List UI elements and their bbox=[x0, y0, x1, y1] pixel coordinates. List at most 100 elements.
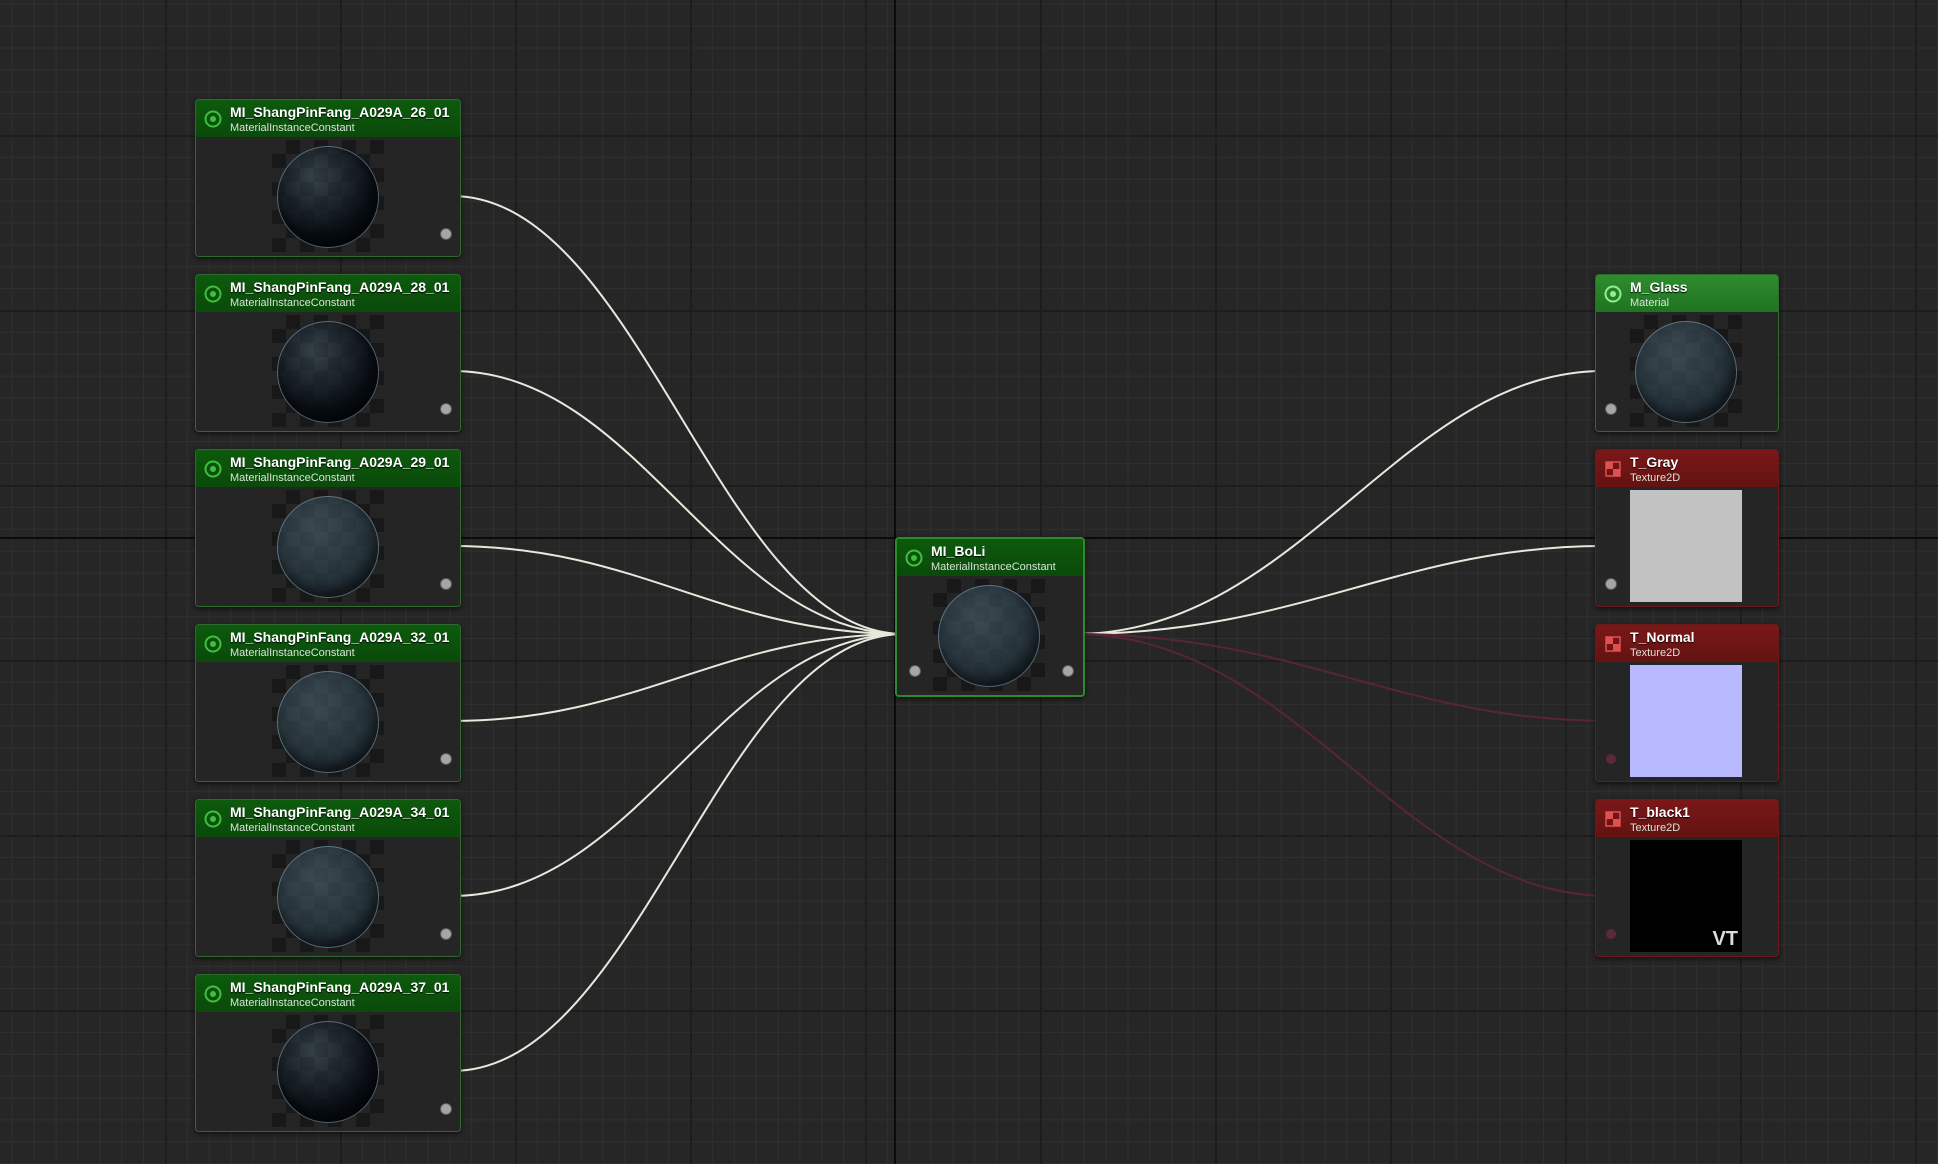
material-icon bbox=[1604, 285, 1622, 303]
material-instance-icon bbox=[204, 810, 222, 828]
wire-mi-boli-to-t-normal bbox=[1073, 633, 1611, 722]
node-body: VT bbox=[1596, 837, 1778, 956]
node-title: T_Normal bbox=[1630, 629, 1695, 645]
material-preview-thumbnail bbox=[272, 490, 384, 602]
node-type-label: Texture2D bbox=[1630, 822, 1681, 834]
node-type-label: Texture2D bbox=[1630, 472, 1681, 484]
wire-mi-boli-to-m-glass bbox=[1073, 367, 1606, 635]
output-pin[interactable] bbox=[441, 404, 451, 414]
node-header: MI_BoLi MaterialInstanceConstant bbox=[897, 539, 1083, 576]
material-preview-sphere bbox=[938, 585, 1040, 687]
node-title: T_Gray bbox=[1630, 454, 1679, 470]
output-pin[interactable] bbox=[441, 754, 451, 764]
node-body bbox=[897, 576, 1083, 695]
texture-icon bbox=[1605, 636, 1621, 652]
wire-mi-boli-to-t-gray bbox=[1073, 542, 1606, 635]
texture-icon bbox=[1605, 811, 1621, 827]
wire-mi-37-to-mi-boli bbox=[451, 630, 906, 1072]
node-body bbox=[196, 137, 460, 256]
material-preview-thumbnail bbox=[272, 1015, 384, 1127]
node-mi-shangpinfang-26[interactable]: MI_ShangPinFang_A029A_26_01 MaterialInst… bbox=[195, 99, 461, 257]
node-type-label: MaterialInstanceConstant bbox=[230, 647, 355, 659]
node-mi-shangpinfang-32[interactable]: MI_ShangPinFang_A029A_32_01 MaterialInst… bbox=[195, 624, 461, 782]
material-instance-icon bbox=[204, 460, 222, 478]
output-pin[interactable] bbox=[441, 1104, 451, 1114]
node-mi-shangpinfang-28[interactable]: MI_ShangPinFang_A029A_28_01 MaterialInst… bbox=[195, 274, 461, 432]
node-type-label: MaterialInstanceConstant bbox=[230, 822, 355, 834]
input-pin[interactable] bbox=[1606, 929, 1616, 939]
node-t-normal[interactable]: T_Normal Texture2D bbox=[1595, 624, 1779, 782]
input-pin[interactable] bbox=[910, 666, 920, 676]
material-instance-icon bbox=[204, 985, 222, 1003]
material-instance-icon bbox=[204, 285, 222, 303]
material-preview-thumbnail bbox=[272, 840, 384, 952]
node-type-label: MaterialInstanceConstant bbox=[230, 472, 355, 484]
material-preview-thumbnail bbox=[272, 665, 384, 777]
node-title: MI_ShangPinFang_A029A_34_01 bbox=[230, 804, 450, 820]
node-mi-shangpinfang-34[interactable]: MI_ShangPinFang_A029A_34_01 MaterialInst… bbox=[195, 799, 461, 957]
input-pin[interactable] bbox=[1606, 579, 1616, 589]
node-body bbox=[1596, 312, 1778, 431]
node-mi-boli[interactable]: MI_BoLi MaterialInstanceConstant bbox=[895, 537, 1085, 697]
material-preview-sphere bbox=[277, 846, 379, 948]
node-mi-shangpinfang-37[interactable]: MI_ShangPinFang_A029A_37_01 MaterialInst… bbox=[195, 974, 461, 1132]
node-t-black1[interactable]: T_black1 Texture2D VT bbox=[1595, 799, 1779, 957]
material-preview-thumbnail bbox=[1630, 315, 1742, 427]
input-pin[interactable] bbox=[1606, 754, 1616, 764]
wire-mi-26-to-mi-boli bbox=[451, 195, 906, 638]
node-header: MI_ShangPinFang_A029A_26_01 MaterialInst… bbox=[196, 100, 460, 137]
output-pin[interactable] bbox=[1063, 666, 1073, 676]
node-header: T_Normal Texture2D bbox=[1596, 625, 1778, 662]
node-title: MI_ShangPinFang_A029A_29_01 bbox=[230, 454, 450, 470]
node-header: T_Gray Texture2D bbox=[1596, 450, 1778, 487]
output-pin[interactable] bbox=[441, 229, 451, 239]
node-header: T_black1 Texture2D bbox=[1596, 800, 1778, 837]
node-type-label: Material bbox=[1630, 297, 1670, 309]
node-body bbox=[1596, 487, 1778, 606]
node-body bbox=[196, 662, 460, 781]
material-preview-thumbnail bbox=[272, 315, 384, 427]
node-header: MI_ShangPinFang_A029A_28_01 MaterialInst… bbox=[196, 275, 460, 312]
material-preview-sphere bbox=[277, 496, 379, 598]
node-header: MI_ShangPinFang_A029A_34_01 MaterialInst… bbox=[196, 800, 460, 837]
node-body bbox=[196, 1012, 460, 1131]
node-body bbox=[196, 837, 460, 956]
node-title: MI_ShangPinFang_A029A_26_01 bbox=[230, 104, 450, 120]
node-type-label: MaterialInstanceConstant bbox=[931, 561, 1056, 573]
texture-preview-swatch bbox=[1630, 665, 1742, 777]
material-instance-icon bbox=[204, 110, 222, 128]
output-pin[interactable] bbox=[441, 929, 451, 939]
material-preview-thumbnail bbox=[933, 579, 1045, 691]
material-preview-sphere bbox=[277, 146, 379, 248]
node-title: MI_ShangPinFang_A029A_28_01 bbox=[230, 279, 450, 295]
material-preview-sphere bbox=[277, 321, 379, 423]
output-pin[interactable] bbox=[441, 579, 451, 589]
material-preview-sphere bbox=[1635, 321, 1737, 423]
node-title: T_black1 bbox=[1630, 804, 1690, 820]
node-title: MI_ShangPinFang_A029A_32_01 bbox=[230, 629, 450, 645]
node-t-gray[interactable]: T_Gray Texture2D bbox=[1595, 449, 1779, 607]
input-pin[interactable] bbox=[1606, 404, 1616, 414]
texture-preview-swatch bbox=[1630, 490, 1742, 602]
texture-preview-swatch: VT bbox=[1630, 840, 1742, 952]
node-header: MI_ShangPinFang_A029A_29_01 MaterialInst… bbox=[196, 450, 460, 487]
node-mi-shangpinfang-29[interactable]: MI_ShangPinFang_A029A_29_01 MaterialInst… bbox=[195, 449, 461, 607]
material-instance-icon bbox=[204, 635, 222, 653]
node-body bbox=[1596, 662, 1778, 781]
node-body bbox=[196, 312, 460, 431]
node-type-label: MaterialInstanceConstant bbox=[230, 297, 355, 309]
node-title: M_Glass bbox=[1630, 279, 1688, 295]
wire-mi-boli-to-t-black1 bbox=[1073, 633, 1611, 897]
material-instance-icon bbox=[905, 549, 923, 567]
node-header: MI_ShangPinFang_A029A_32_01 MaterialInst… bbox=[196, 625, 460, 662]
wire-mi-28-to-mi-boli bbox=[451, 370, 906, 638]
node-body bbox=[196, 487, 460, 606]
texture-icon bbox=[1605, 461, 1621, 477]
material-preview-sphere bbox=[277, 671, 379, 773]
node-type-label: MaterialInstanceConstant bbox=[230, 997, 355, 1009]
node-title: MI_ShangPinFang_A029A_37_01 bbox=[230, 979, 450, 995]
node-header: MI_ShangPinFang_A029A_37_01 MaterialInst… bbox=[196, 975, 460, 1012]
material-preview-thumbnail bbox=[272, 140, 384, 252]
node-m-glass[interactable]: M_Glass Material bbox=[1595, 274, 1779, 432]
node-type-label: Texture2D bbox=[1630, 647, 1681, 659]
